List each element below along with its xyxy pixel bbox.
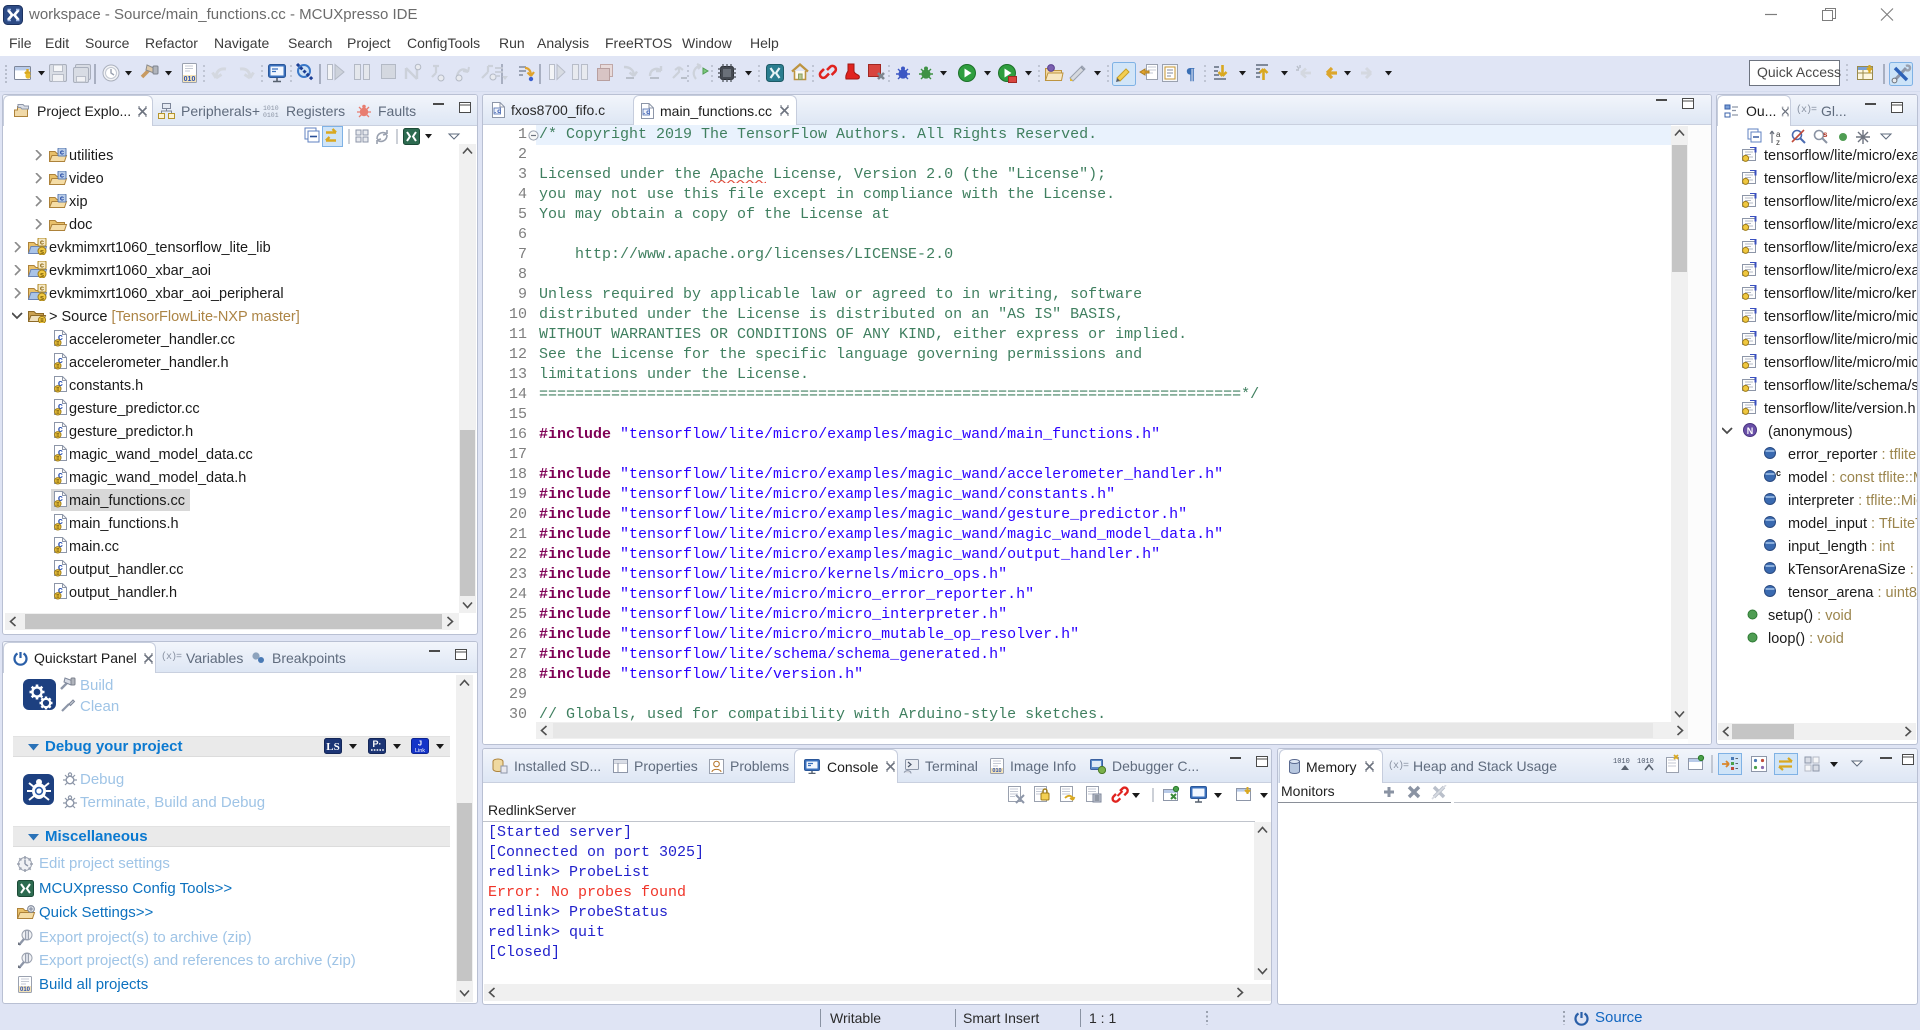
- svg-text:LS: LS: [326, 741, 339, 753]
- svg-text:1010: 1010: [1637, 758, 1654, 766]
- svg-text:010: 010: [184, 76, 196, 83]
- svg-text:Quick Access: Quick Access: [1757, 64, 1841, 80]
- svg-text:P·: P·: [373, 739, 382, 749]
- svg-text:010: 010: [992, 768, 1001, 774]
- svg-text:1010: 1010: [263, 105, 279, 112]
- svg-text:0101: 0101: [263, 112, 279, 118]
- svg-text:s: s: [1823, 130, 1828, 139]
- svg-text:010: 010: [20, 987, 31, 993]
- svg-text:.c: .c: [493, 108, 501, 115]
- svg-text:Link: Link: [415, 748, 425, 754]
- svg-text:.c: .c: [642, 109, 650, 116]
- svg-text:1010: 1010: [1613, 758, 1630, 766]
- svg-text:N: N: [1747, 426, 1754, 436]
- svg-text:J: J: [418, 739, 422, 748]
- svg-text:¶: ¶: [1186, 64, 1195, 83]
